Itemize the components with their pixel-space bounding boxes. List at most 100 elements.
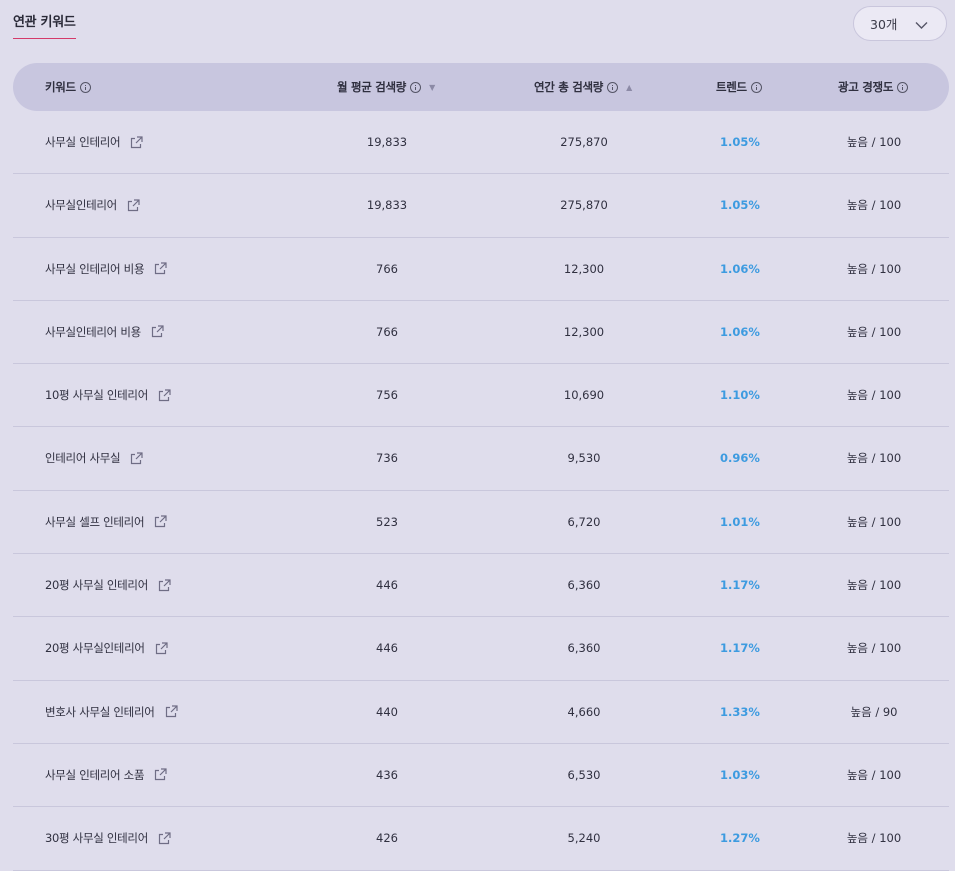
yearly-search-cell: 10,690 xyxy=(563,388,605,403)
competition-cell: 높음 / 100 xyxy=(846,451,902,466)
external-link-icon[interactable] xyxy=(130,452,143,465)
table-row[interactable]: 20평 사무실 인테리어 446 6,360 1.17% 높음 / 100 xyxy=(13,554,949,618)
keyword-text[interactable]: 10평 사무실 인테리어 xyxy=(45,387,148,403)
trend-cell: 1.17% xyxy=(720,578,760,593)
keyword-cell: 사무실인테리어 xyxy=(45,174,140,236)
yearly-search-cell: 6,720 xyxy=(567,514,601,529)
monthly-search-cell: 756 xyxy=(376,388,398,403)
keyword-cell: 10평 사무실 인테리어 xyxy=(45,364,171,426)
external-link-icon[interactable] xyxy=(158,578,171,592)
keyword-cell: 사무실 인테리어 비용 xyxy=(45,238,167,300)
column-header-monthly[interactable]: 월 평균 검색량 ▼ xyxy=(337,63,435,111)
trend-cell: 1.10% xyxy=(720,388,760,403)
competition-cell: 높음 / 100 xyxy=(846,388,902,403)
external-link-icon[interactable] xyxy=(151,325,164,338)
yearly-search-cell: 12,300 xyxy=(563,324,605,339)
competition-cell: 높음 / 100 xyxy=(846,831,902,846)
monthly-search-cell: 426 xyxy=(376,831,398,846)
keyword-text[interactable]: 20평 사무실인테리어 xyxy=(45,640,145,656)
monthly-search-cell: 446 xyxy=(376,641,398,656)
external-link-icon[interactable] xyxy=(158,832,171,845)
keyword-text[interactable]: 사무실 셀프 인테리어 xyxy=(45,514,145,530)
keyword-cell: 20평 사무실 인테리어 xyxy=(45,554,171,616)
competition-cell: 높음 / 100 xyxy=(846,578,902,593)
keyword-text[interactable]: 사무실 인테리어 소품 xyxy=(45,767,145,783)
competition-cell: 높음 / 100 xyxy=(846,261,902,276)
keyword-cell: 30평 사무실 인테리어 xyxy=(45,807,171,869)
count-select-value: 30개 xyxy=(870,17,898,32)
keyword-text[interactable]: 변호사 사무실 인테리어 xyxy=(45,704,155,720)
table-row[interactable]: 10평 사무실 인테리어 756 10,690 1.10% 높음 / 100 xyxy=(13,364,949,428)
external-link-icon[interactable] xyxy=(154,515,167,528)
table-row[interactable]: 사무실 셀프 인테리어 523 6,720 1.01% 높음 / 100 xyxy=(13,491,949,555)
keyword-cell: 사무실 인테리어 소품 xyxy=(45,744,167,806)
yearly-search-cell: 5,240 xyxy=(567,831,601,846)
column-label: 월 평균 검색량 xyxy=(337,80,407,94)
monthly-search-cell: 446 xyxy=(376,578,398,593)
count-select[interactable]: 30개 xyxy=(853,6,947,41)
sort-asc-icon[interactable]: ▲ xyxy=(626,83,632,92)
external-link-icon[interactable] xyxy=(155,642,168,655)
external-link-icon[interactable] xyxy=(127,199,140,212)
keyword-text[interactable]: 사무실인테리어 xyxy=(45,197,117,213)
trend-cell: 1.17% xyxy=(720,641,760,656)
keyword-text[interactable]: 사무실인테리어 비용 xyxy=(45,324,141,340)
trend-cell: 1.05% xyxy=(720,198,760,213)
competition-cell: 높음 / 90 xyxy=(850,704,898,719)
competition-cell: 높음 / 100 xyxy=(846,767,902,782)
keyword-text[interactable]: 사무실 인테리어 비용 xyxy=(45,261,145,277)
monthly-search-cell: 19,833 xyxy=(366,198,408,213)
yearly-search-cell: 12,300 xyxy=(563,261,605,276)
monthly-search-cell: 19,833 xyxy=(366,135,408,149)
table-row[interactable]: 사무실인테리어 19,833 275,870 1.05% 높음 / 100 xyxy=(13,174,949,238)
external-link-icon[interactable] xyxy=(154,262,167,275)
keyword-cell: 20평 사무실인테리어 xyxy=(45,617,168,679)
competition-cell: 높음 / 100 xyxy=(846,514,902,529)
table-row[interactable]: 사무실인테리어 비용 766 12,300 1.06% 높음 / 100 xyxy=(13,301,949,365)
yearly-search-cell: 275,870 xyxy=(560,198,608,213)
keyword-text[interactable]: 20평 사무실 인테리어 xyxy=(45,577,148,593)
keyword-cell: 사무실 셀프 인테리어 xyxy=(45,491,167,553)
external-link-icon[interactable] xyxy=(158,389,171,402)
keyword-cell: 사무실 인테리어 xyxy=(45,111,143,173)
trend-cell: 1.01% xyxy=(720,514,760,529)
column-header-yearly[interactable]: 연간 총 검색량 ▲ xyxy=(534,63,632,111)
keyword-text[interactable]: 사무실 인테리어 xyxy=(45,134,121,150)
table-row[interactable]: 20평 사무실인테리어 446 6,360 1.17% 높음 / 100 xyxy=(13,617,949,681)
table-row[interactable]: 30평 사무실 인테리어 426 5,240 1.27% 높음 / 100 xyxy=(13,807,949,871)
section-title: 연관 키워드 xyxy=(13,11,76,39)
column-header-trend: 트렌드 xyxy=(716,63,762,111)
info-icon[interactable] xyxy=(79,81,91,93)
table-row[interactable]: 변호사 사무실 인테리어 440 4,660 1.33% 높음 / 90 xyxy=(13,681,949,744)
trend-cell: 0.96% xyxy=(720,451,760,466)
table-row[interactable]: 사무실 인테리어 비용 766 12,300 1.06% 높음 / 100 xyxy=(13,238,949,301)
info-icon[interactable] xyxy=(897,81,909,93)
monthly-search-cell: 523 xyxy=(376,514,398,529)
column-header-competition: 광고 경쟁도 xyxy=(838,63,909,111)
yearly-search-cell: 6,530 xyxy=(567,767,601,782)
trend-cell: 1.06% xyxy=(720,324,760,339)
table-row[interactable]: 사무실 인테리어 소품 436 6,530 1.03% 높음 / 100 xyxy=(13,744,949,808)
monthly-search-cell: 436 xyxy=(376,767,398,782)
external-link-icon[interactable] xyxy=(130,135,143,149)
competition-cell: 높음 / 100 xyxy=(846,641,902,656)
competition-cell: 높음 / 100 xyxy=(846,135,902,149)
table-row[interactable]: 사무실 인테리어 19,833 275,870 1.05% 높음 / 100 xyxy=(13,111,949,175)
trend-cell: 1.33% xyxy=(720,704,760,719)
table-header: 키워드 월 평균 검색량 ▼ 연간 총 검색량 ▲ 트렌드 광고 경쟁도 xyxy=(13,63,949,111)
column-label: 연간 총 검색량 xyxy=(534,80,604,94)
table-row[interactable]: 인테리어 사무실 736 9,530 0.96% 높음 / 100 xyxy=(13,427,949,491)
external-link-icon[interactable] xyxy=(165,705,178,718)
monthly-search-cell: 736 xyxy=(376,451,398,466)
info-icon[interactable] xyxy=(410,81,422,93)
competition-cell: 높음 / 100 xyxy=(846,324,902,339)
trend-cell: 1.05% xyxy=(720,135,760,149)
keyword-text[interactable]: 30평 사무실 인테리어 xyxy=(45,830,148,846)
keyword-cell: 인테리어 사무실 xyxy=(45,427,143,489)
external-link-icon[interactable] xyxy=(154,768,167,781)
info-icon[interactable] xyxy=(607,81,619,93)
keyword-text[interactable]: 인테리어 사무실 xyxy=(45,450,121,466)
info-icon[interactable] xyxy=(750,81,762,93)
sort-desc-icon[interactable]: ▼ xyxy=(429,83,435,92)
column-label: 광고 경쟁도 xyxy=(838,80,894,94)
